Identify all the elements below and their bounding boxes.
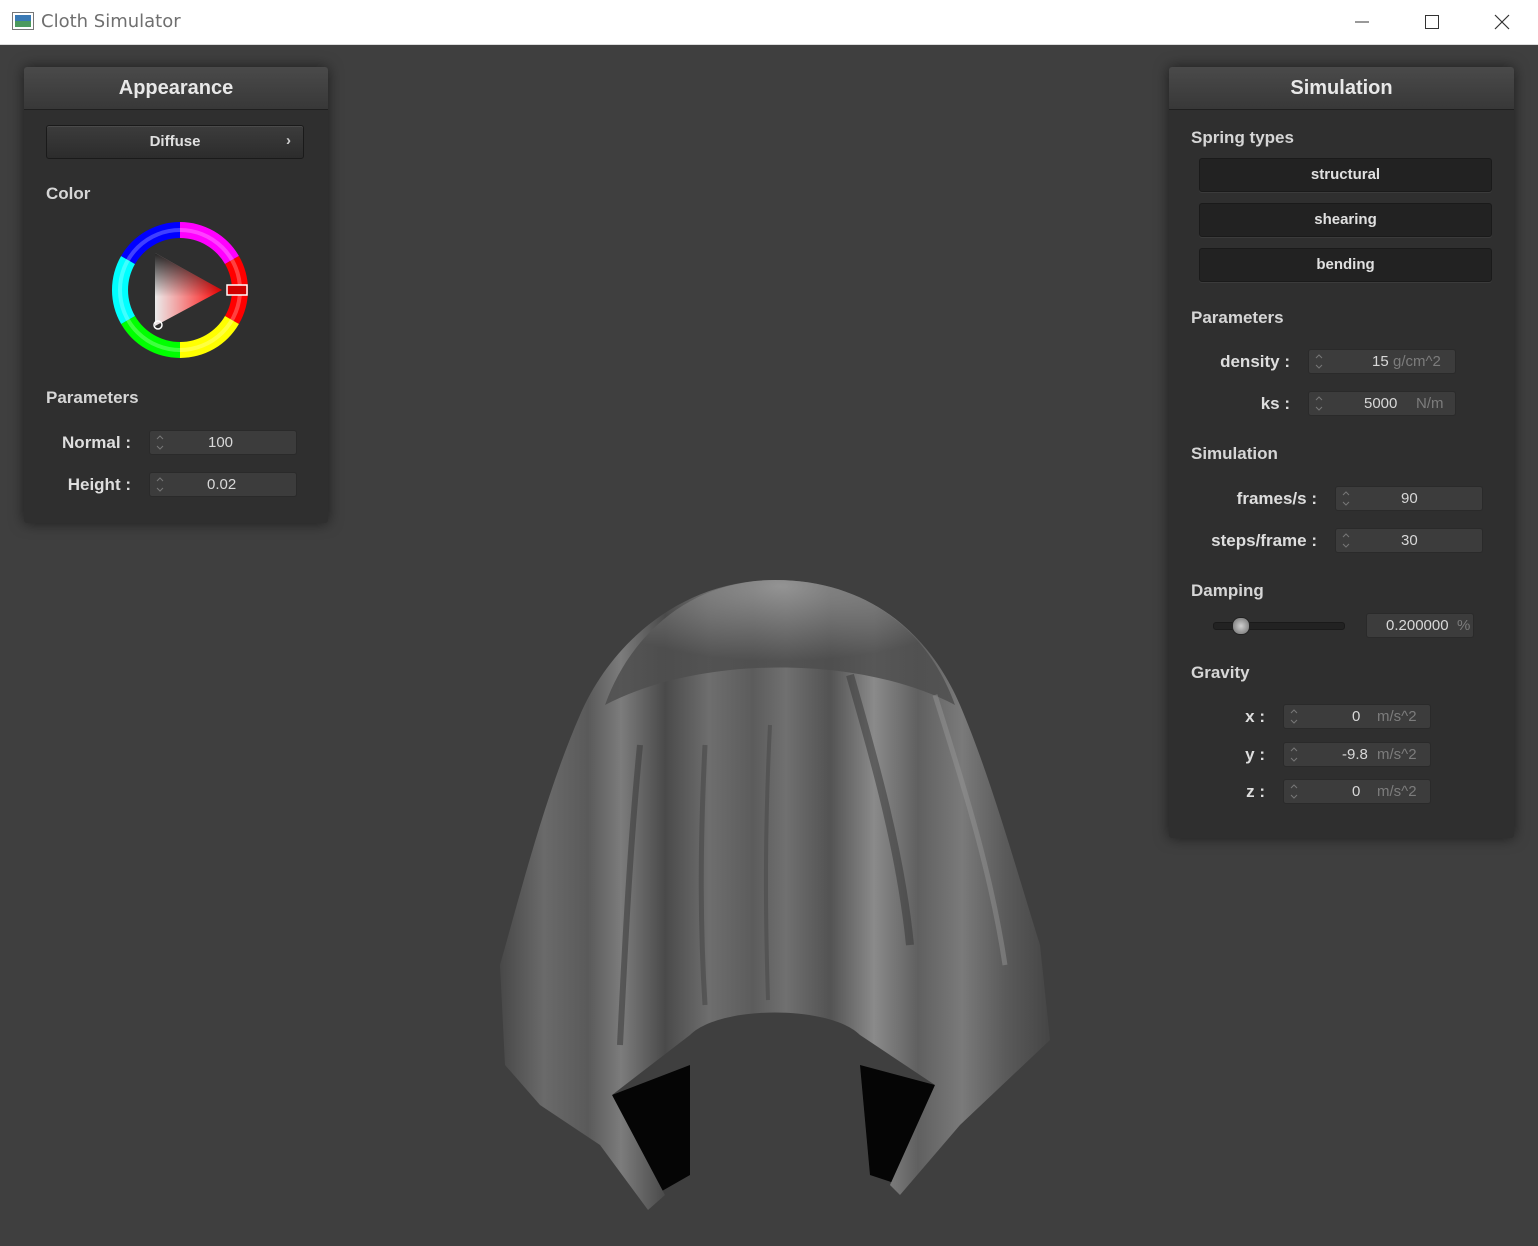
maximize-icon xyxy=(1425,15,1439,29)
minimize-button[interactable] xyxy=(1327,0,1397,45)
app-icon xyxy=(12,12,34,30)
damping-input[interactable]: 0.200000 % xyxy=(1366,613,1474,638)
steps-input[interactable]: 30 xyxy=(1335,528,1483,553)
density-unit: g/cm^2 xyxy=(1393,353,1441,370)
spinner-icon[interactable] xyxy=(1290,746,1298,763)
density-input[interactable]: 15 g/cm^2 xyxy=(1308,349,1456,374)
color-section-label: Color xyxy=(46,184,91,203)
spinner-icon[interactable] xyxy=(156,434,164,451)
spring-types-label: Spring types xyxy=(1191,128,1294,147)
density-label: density : xyxy=(1220,352,1290,371)
normal-label: Normal : xyxy=(62,433,131,452)
damping-slider-knob[interactable] xyxy=(1232,617,1250,635)
height-value: 0.02 xyxy=(207,476,237,493)
gravity-y-value: -9.8 xyxy=(1342,746,1368,763)
steps-value: 30 xyxy=(1401,532,1418,549)
gravity-z-input[interactable]: 0 m/s^2 xyxy=(1283,779,1431,804)
gravity-y-unit: m/s^2 xyxy=(1377,746,1417,763)
spinner-icon[interactable] xyxy=(1342,490,1350,507)
gravity-z-value: 0 xyxy=(1352,783,1361,800)
height-label: Height : xyxy=(67,475,131,494)
ks-label: ks : xyxy=(1260,394,1290,413)
height-input[interactable]: 0.02 xyxy=(149,472,297,497)
gravity-label: Gravity xyxy=(1191,663,1250,682)
normal-value: 100 xyxy=(208,434,234,451)
normal-input[interactable]: 100 xyxy=(149,430,297,455)
spinner-icon[interactable] xyxy=(1290,708,1298,725)
damping-slider[interactable] xyxy=(1213,617,1345,635)
color-wheel[interactable] xyxy=(110,220,250,360)
spinner-icon[interactable] xyxy=(1342,532,1350,549)
damping-value: 0.200000 xyxy=(1386,617,1449,634)
minimize-icon xyxy=(1355,21,1369,23)
fps-input[interactable]: 90 xyxy=(1335,486,1483,511)
hue-handle[interactable] xyxy=(226,284,248,296)
ks-value: 5000 xyxy=(1364,395,1398,412)
shearing-toggle[interactable]: shearing xyxy=(1199,203,1492,237)
gravity-x-unit: m/s^2 xyxy=(1377,708,1417,725)
gravity-x-value: 0 xyxy=(1352,708,1361,725)
gravity-x-label: x : xyxy=(1245,707,1265,726)
bending-toggle[interactable]: bending xyxy=(1199,248,1492,282)
shader-dropdown-label: Diffuse xyxy=(149,133,201,150)
steps-label: steps/frame : xyxy=(1211,531,1317,550)
simulation-title[interactable]: Simulation xyxy=(1169,67,1514,110)
close-icon xyxy=(1494,14,1510,30)
ks-unit: N/m xyxy=(1416,395,1444,412)
spinner-icon[interactable] xyxy=(1290,783,1298,800)
density-value: 15 xyxy=(1372,353,1389,370)
ks-input[interactable]: 5000 N/m xyxy=(1308,391,1456,416)
gravity-y-label: y : xyxy=(1245,745,1265,764)
appearance-panel: Appearance Diffuse › Color Parameters No… xyxy=(24,67,328,523)
maximize-button[interactable] xyxy=(1397,0,1467,45)
title-bar: Cloth Simulator xyxy=(0,0,1538,45)
spinner-icon[interactable] xyxy=(156,476,164,493)
damping-unit: % xyxy=(1457,617,1471,634)
chevron-right-icon: › xyxy=(286,132,291,149)
appearance-params-label: Parameters xyxy=(46,388,139,407)
damping-label: Damping xyxy=(1191,581,1264,600)
gravity-z-unit: m/s^2 xyxy=(1377,783,1417,800)
shader-dropdown[interactable]: Diffuse › xyxy=(46,125,304,159)
gravity-z-label: z : xyxy=(1246,782,1265,801)
window-title: Cloth Simulator xyxy=(41,11,181,32)
fps-value: 90 xyxy=(1401,490,1418,507)
gravity-y-input[interactable]: -9.8 m/s^2 xyxy=(1283,742,1431,767)
structural-toggle[interactable]: structural xyxy=(1199,158,1492,192)
fps-label: frames/s : xyxy=(1236,489,1317,508)
saturation-triangle[interactable] xyxy=(155,253,222,326)
gravity-x-input[interactable]: 0 m/s^2 xyxy=(1283,704,1431,729)
appearance-title[interactable]: Appearance xyxy=(24,67,328,110)
close-button[interactable] xyxy=(1467,0,1537,45)
spinner-icon[interactable] xyxy=(1315,353,1323,370)
sim-params-label: Parameters xyxy=(1191,308,1284,327)
spinner-icon[interactable] xyxy=(1315,395,1323,412)
simulation-panel: Simulation Spring types structural shear… xyxy=(1169,67,1514,838)
sim-section-label: Simulation xyxy=(1191,444,1278,463)
